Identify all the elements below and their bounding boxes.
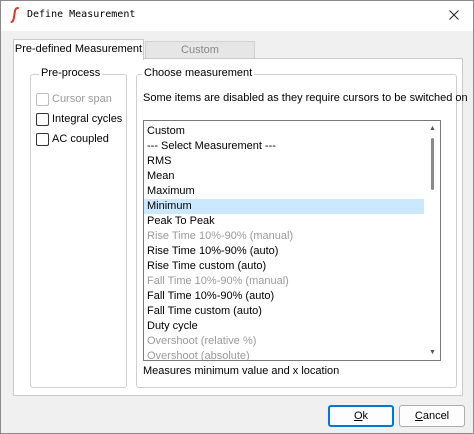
measurement-list-item[interactable]: Fall Time 10%-90% (auto) <box>144 289 424 304</box>
integral-cycles-label[interactable]: Integral cycles <box>52 112 122 126</box>
ok-mnemonic: O <box>353 410 363 422</box>
measurement-description: Measures minimum value and x location <box>143 365 340 377</box>
measurement-list-item[interactable]: --- Select Measurement --- <box>144 139 424 154</box>
integral-cycles-checkbox[interactable] <box>36 113 49 126</box>
ok-label-rest: k <box>362 410 369 422</box>
window-title: Define Measurement <box>27 9 136 20</box>
choose-measurement-group: Choose measurement Some items are disabl… <box>136 67 468 388</box>
scroll-thumb[interactable] <box>431 138 434 190</box>
close-icon <box>449 10 459 20</box>
cursor-span-checkbox <box>36 93 49 106</box>
measurement-listbox[interactable]: Custom --- Select Measurement --- RMS Mean M… <box>143 120 441 361</box>
measurement-list: Custom --- Select Measurement --- RMS Mean M… <box>144 124 424 361</box>
ac-coupled-label[interactable]: AC coupled <box>52 132 109 146</box>
arrow-up-icon[interactable]: ▲ <box>429 125 436 132</box>
measurement-list-item[interactable]: RMS <box>144 154 424 169</box>
measurement-list-item[interactable]: Fall Time custom (auto) <box>144 304 424 319</box>
listbox-scrollbar[interactable]: ▲ ▼ <box>427 121 440 360</box>
cancel-button[interactable]: Cancel <box>399 405 465 427</box>
measurement-list-item[interactable]: Minimum <box>144 199 424 214</box>
measurement-list-item[interactable]: Duty cycle <box>144 319 424 334</box>
ac-coupled-checkbox[interactable] <box>36 133 49 146</box>
tab-custom-measurement[interactable]: Custom Measurement <box>145 41 255 73</box>
measurement-list-item: Fall Time 10%-90% (manual) <box>147 275 289 287</box>
preprocess-title: Pre-process <box>39 67 103 79</box>
choose-measurement-title: Choose measurement <box>142 67 255 79</box>
close-button[interactable] <box>443 5 465 25</box>
cancel-mnemonic: C <box>414 410 423 422</box>
measurement-list-item[interactable]: Custom <box>144 124 424 139</box>
define-measurement-dialog: Define Measurement Pre-defined Measureme… <box>0 0 474 434</box>
app-logo-icon <box>10 7 20 23</box>
disabled-items-hint: Some items are disabled as they require … <box>143 92 468 104</box>
measurement-list-item: Overshoot (absolute) <box>147 350 250 361</box>
measurement-list-item[interactable]: Rise Time custom (auto) <box>144 259 424 274</box>
measurement-list-item[interactable]: Peak To Peak <box>144 214 424 229</box>
cancel-label-rest: ancel <box>422 410 450 422</box>
measurement-list-item[interactable]: Mean <box>144 169 424 184</box>
measurement-list-item[interactable]: Rise Time 10%-90% (auto) <box>144 244 424 259</box>
tab-predefined-measurement[interactable]: Pre-defined Measurement <box>13 39 144 60</box>
title-bar: Define Measurement <box>1 1 473 31</box>
measurement-list-item: Overshoot (relative %) <box>147 335 257 347</box>
ok-button[interactable]: Ok <box>328 405 394 427</box>
preprocess-group: Pre-process Cursor span Integral cycles … <box>30 67 127 388</box>
measurement-list-item[interactable]: Maximum <box>144 184 424 199</box>
arrow-down-icon[interactable]: ▼ <box>429 349 436 356</box>
tab-panel: Pre-process Cursor span Integral cycles … <box>13 58 468 396</box>
measurement-list-item: Rise Time 10%-90% (manual) <box>147 230 294 242</box>
cursor-span-label: Cursor span <box>52 93 112 105</box>
